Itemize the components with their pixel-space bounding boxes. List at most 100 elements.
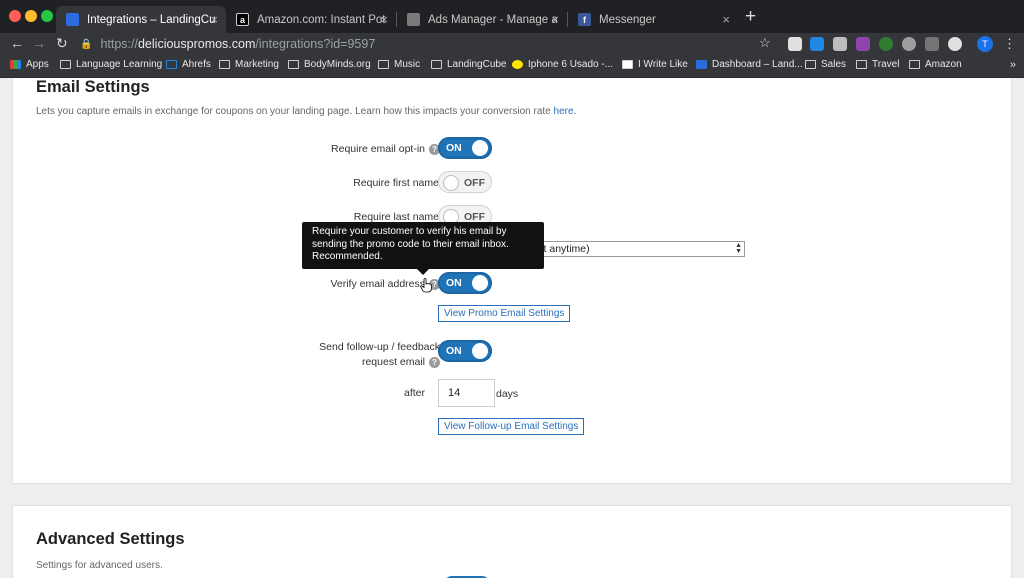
bookmark-item[interactable]: LandingCube	[431, 59, 507, 70]
label-line: Send follow-up / feedback	[319, 341, 440, 353]
bookmark-item[interactable]: Amazon	[909, 59, 962, 70]
email-settings-card: Email Settings Lets you capture emails i…	[12, 78, 1012, 484]
new-tab-button[interactable]: +	[745, 6, 756, 28]
bookmarks-bar: Apps Language Learning Ahrefs Marketing …	[0, 55, 1024, 78]
extension-icon[interactable]	[788, 37, 802, 51]
extension-icon[interactable]	[856, 37, 870, 51]
browser-tab[interactable]: f Messenger ×	[568, 6, 738, 33]
verify-email-toggle[interactable]: ON	[438, 272, 492, 294]
bookmark-label: Dashboard – Land...	[712, 59, 803, 70]
bookmark-item[interactable]: Marketing	[219, 59, 279, 70]
bookmark-label: Sales	[821, 59, 847, 70]
folder-icon	[60, 60, 71, 69]
close-tab-icon[interactable]: ×	[551, 12, 559, 27]
folder-icon	[288, 60, 299, 69]
bookmark-item[interactable]: Dashboard – Land...	[696, 59, 803, 70]
address-bar-row: ← → ↻ 🔒 https:// deliciouspromos.com /in…	[0, 33, 1024, 55]
advanced-settings-description: Settings for advanced users.	[36, 560, 163, 571]
url-scheme: https://	[100, 37, 138, 51]
landingcube-favicon-icon	[66, 13, 79, 26]
browser-tab[interactable]: Integrations – LandingCube ×	[56, 6, 226, 33]
iwritelike-icon	[622, 60, 633, 69]
bookmarks-overflow-icon[interactable]: »	[1010, 59, 1016, 71]
bookmark-item[interactable]: Travel	[856, 59, 899, 70]
ads-manager-favicon-icon	[407, 13, 420, 26]
url-path: /integrations?id=9597	[255, 37, 376, 51]
toggle-knob	[443, 175, 459, 191]
bookmark-label: Music	[394, 59, 421, 70]
amazon-favicon-icon: a	[236, 13, 249, 26]
toggle-knob	[472, 343, 488, 359]
follow-up-label: Send follow-up / feedback request email?	[319, 340, 440, 370]
email-settings-title: Email Settings	[36, 78, 150, 96]
conversion-rate-link[interactable]: here	[554, 106, 574, 117]
toggle-knob	[472, 275, 488, 291]
facebook-favicon-icon: f	[578, 13, 591, 26]
url-field[interactable]: 🔒 https:// deliciouspromos.com /integrat…	[80, 34, 780, 54]
bookmark-label: Apps	[26, 59, 49, 70]
tab-title: Ads Manager - Manage ads - C	[428, 13, 557, 26]
email-settings-description: Lets you capture emails in exchange for …	[36, 106, 576, 117]
bookmark-label: Iphone 6 Usado -...	[528, 59, 614, 70]
bookmark-item[interactable]: BodyMinds.org	[288, 59, 371, 70]
extension-icon[interactable]	[833, 37, 847, 51]
hand-cursor-icon	[420, 278, 432, 293]
help-icon[interactable]: ?	[429, 357, 440, 368]
folder-icon	[856, 60, 867, 69]
view-followup-email-settings-button[interactable]: View Follow-up Email Settings	[438, 418, 585, 435]
minimize-window-button[interactable]	[25, 10, 37, 22]
advanced-settings-title: Advanced Settings	[36, 530, 185, 548]
bookmark-item[interactable]: Ahrefs	[166, 59, 211, 70]
require-opt-in-label: Require email opt-in?	[331, 143, 440, 155]
browser-tab[interactable]: a Amazon.com: Instant Pot Duo ×	[226, 6, 396, 33]
forward-arrow-icon[interactable]: →	[32, 35, 46, 51]
close-tab-icon[interactable]: ×	[210, 12, 218, 27]
tab-title: Integrations – LandingCube	[87, 13, 216, 26]
extension-icon[interactable]	[810, 37, 824, 51]
bookmark-item[interactable]: Sales	[805, 59, 846, 70]
extension-icon[interactable]	[879, 37, 893, 51]
bookmark-item[interactable]: Apps	[10, 59, 49, 70]
close-window-button[interactable]	[9, 10, 21, 22]
folder-icon	[909, 60, 920, 69]
ahrefs-icon	[166, 60, 177, 69]
lock-icon: 🔒	[80, 38, 93, 50]
require-opt-in-toggle[interactable]: ON	[438, 137, 492, 159]
require-first-name-toggle[interactable]: OFF	[438, 171, 492, 193]
extension-icon[interactable]	[948, 37, 962, 51]
toggle-knob	[472, 140, 488, 156]
extension-icon[interactable]	[925, 37, 939, 51]
follow-up-days-input[interactable]: 14	[438, 379, 495, 407]
label-text: Verify email address	[330, 278, 425, 290]
folder-icon	[805, 60, 816, 69]
bookmark-item[interactable]: I Write Like	[622, 59, 688, 70]
bookmark-item[interactable]: Iphone 6 Usado -...	[512, 59, 613, 70]
reload-icon[interactable]: ↻	[56, 35, 68, 52]
tab-title: Amazon.com: Instant Pot Duo	[257, 13, 386, 26]
browser-tab[interactable]: Ads Manager - Manage ads - C ×	[397, 6, 567, 33]
bookmark-star-icon[interactable]: ☆	[759, 35, 771, 51]
profile-avatar[interactable]: T	[977, 36, 993, 52]
view-promo-email-settings-button[interactable]: View Promo Email Settings	[438, 305, 571, 322]
folder-icon	[219, 60, 230, 69]
follow-up-toggle[interactable]: ON	[438, 340, 492, 362]
advanced-settings-card: Advanced Settings Settings for advanced …	[12, 505, 1012, 578]
tab-title: Messenger	[599, 13, 656, 26]
tooltip-arrow	[417, 269, 429, 275]
label-line: request email	[361, 356, 425, 368]
bookmark-item[interactable]: Language Learning	[60, 59, 162, 70]
menu-kebab-icon[interactable]: ⋮	[1003, 36, 1016, 52]
require-first-name-label: Require first name	[353, 177, 439, 189]
close-tab-icon[interactable]: ×	[722, 12, 730, 27]
back-arrow-icon[interactable]: ←	[10, 35, 24, 51]
landingcube-icon	[696, 60, 707, 69]
bookmark-item[interactable]: Music	[378, 59, 420, 70]
close-tab-icon[interactable]: ×	[380, 12, 388, 27]
folder-icon	[431, 60, 442, 69]
bookmark-label: Language Learning	[76, 59, 163, 70]
bookmark-label: Ahrefs	[182, 59, 211, 70]
page-content: Email Settings Lets you capture emails i…	[0, 78, 1024, 578]
bookmark-label: I Write Like	[638, 59, 688, 70]
maximize-window-button[interactable]	[41, 10, 53, 22]
extension-icon[interactable]	[902, 37, 916, 51]
